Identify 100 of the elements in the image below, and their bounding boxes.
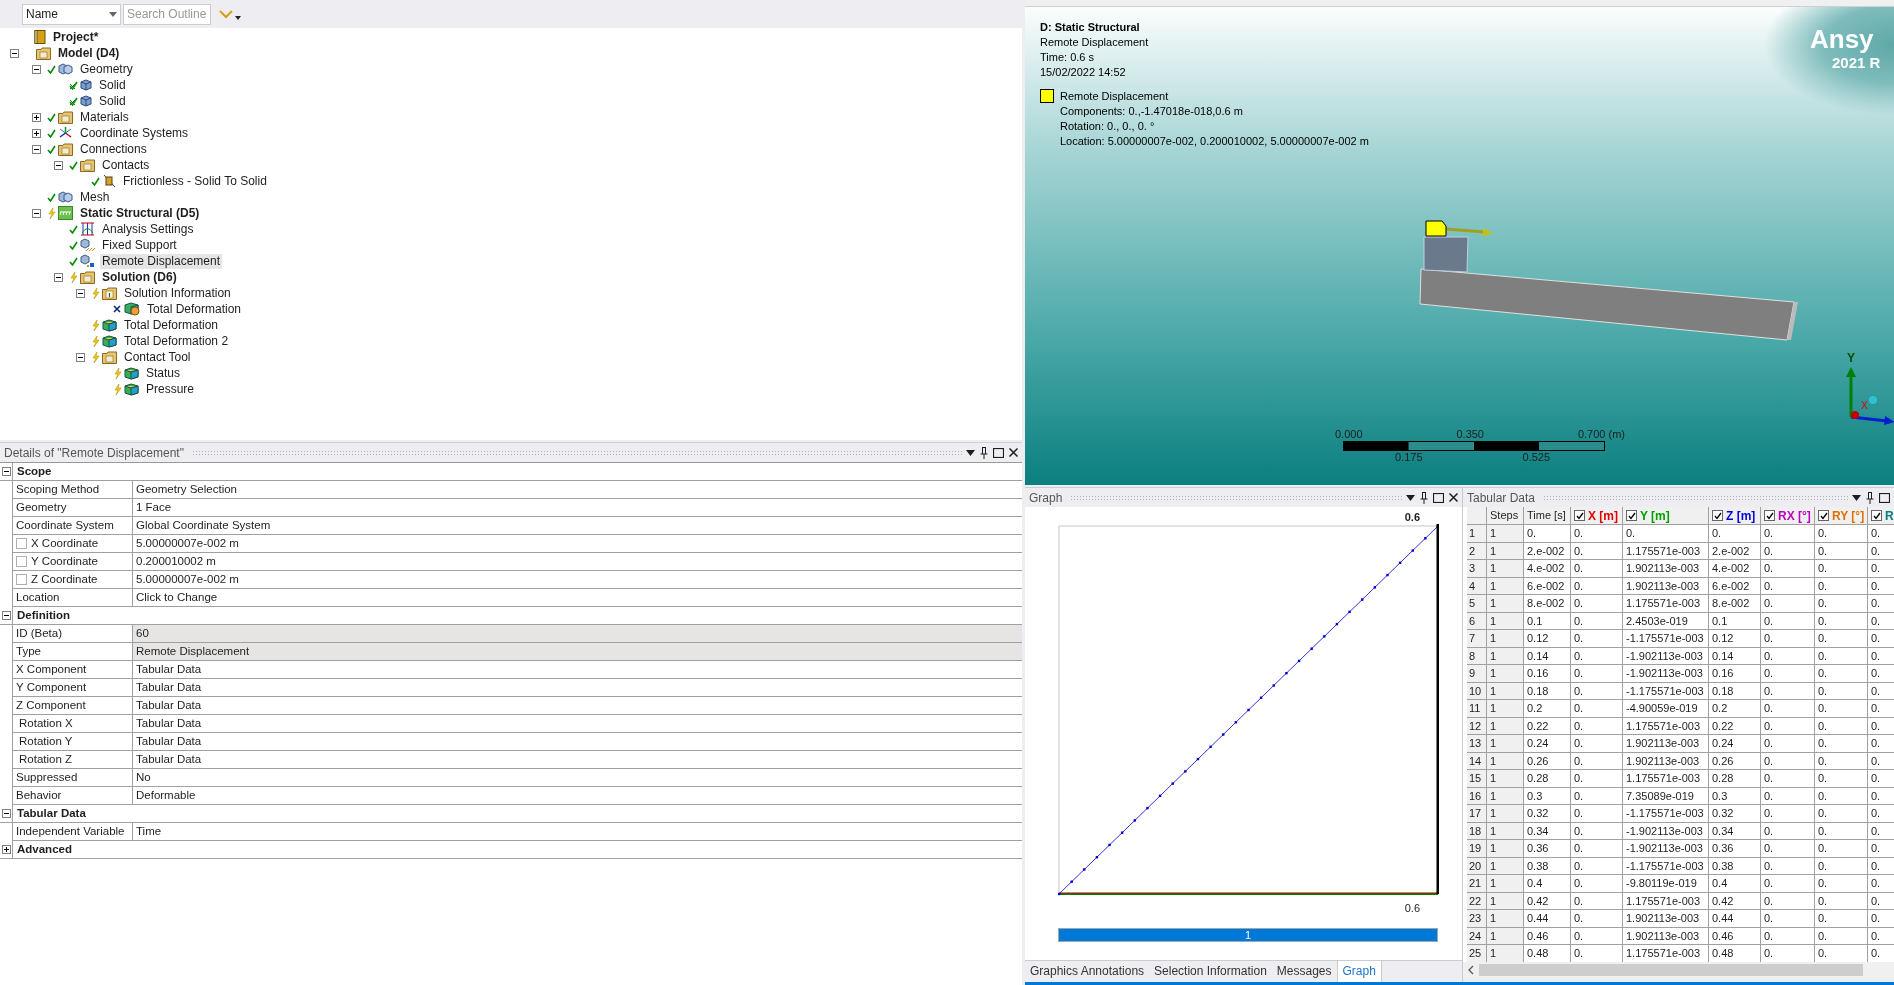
- property-value[interactable]: Global Coordinate System: [133, 517, 1022, 534]
- table-cell: 0.: [1868, 805, 1894, 822]
- tree-item[interactable]: Mesh: [78, 189, 112, 205]
- close-icon[interactable]: [1449, 493, 1458, 502]
- tree-item[interactable]: Total Deformation: [122, 317, 221, 333]
- property-value[interactable]: Click to Change: [133, 589, 1022, 606]
- expand-toggle[interactable]: [32, 144, 41, 154]
- column-header-cell[interactable]: Steps: [1487, 507, 1524, 524]
- column-header-cell[interactable]: Time [s]: [1524, 507, 1571, 524]
- property-value[interactable]: Tabular Data: [133, 751, 1022, 768]
- dropdown-icon[interactable]: [1852, 494, 1861, 501]
- filter-dropdown[interactable]: Name: [22, 3, 121, 25]
- axes-icon: [58, 126, 73, 140]
- tree-item[interactable]: Coordinate Systems: [78, 125, 191, 141]
- panel-tab[interactable]: Graph: [1336, 961, 1382, 982]
- column-header-cell[interactable]: RX [°]: [1761, 507, 1815, 524]
- scroll-left-icon[interactable]: [1467, 965, 1475, 975]
- tree-item[interactable]: Solid: [97, 77, 128, 93]
- tree-item[interactable]: Fixed Support: [100, 237, 179, 253]
- column-header-cell[interactable]: R: [1868, 507, 1894, 524]
- expand-toggle[interactable]: [54, 272, 63, 282]
- panel-tab[interactable]: Messages: [1271, 961, 1337, 982]
- dropdown-icon[interactable]: [966, 449, 975, 456]
- tree-item[interactable]: Model (D4): [56, 45, 122, 61]
- property-value[interactable]: Deformable: [133, 787, 1022, 804]
- table-cell: 0.: [1868, 560, 1894, 577]
- tree-item[interactable]: Static Structural (D5): [78, 205, 202, 221]
- expand-toggle[interactable]: [1, 611, 11, 620]
- property-value[interactable]: 5.00000007e-002 m: [133, 571, 1022, 588]
- expand-toggle[interactable]: [32, 64, 41, 74]
- checkbox[interactable]: [16, 556, 27, 567]
- property-value[interactable]: Tabular Data: [133, 679, 1022, 696]
- column-header-cell[interactable]: X [m]: [1571, 507, 1623, 524]
- tree-item[interactable]: Remote Displacement: [100, 253, 223, 269]
- tree-item[interactable]: Analysis Settings: [100, 221, 196, 237]
- expand-toggle[interactable]: [32, 128, 41, 138]
- folder-icon: [102, 350, 117, 364]
- property-value[interactable]: 60: [133, 625, 1022, 642]
- maximize-icon[interactable]: [1433, 492, 1444, 503]
- pin-icon[interactable]: [1420, 491, 1428, 504]
- tree-item[interactable]: Solution Information: [122, 285, 233, 301]
- table-cell: 0.: [1868, 525, 1894, 542]
- expand-toggle[interactable]: [54, 160, 63, 170]
- expand-toggle[interactable]: [1, 809, 11, 818]
- property-value[interactable]: 5.00000007e-002 m: [133, 535, 1022, 552]
- tree-item[interactable]: Contacts: [100, 157, 152, 173]
- property-value[interactable]: 1 Face: [133, 499, 1022, 516]
- close-icon[interactable]: [1009, 448, 1018, 457]
- tree-item[interactable]: Connections: [78, 141, 149, 157]
- panel-tab[interactable]: Graphics Annotations: [1025, 961, 1150, 982]
- tree-item[interactable]: Project*: [51, 29, 101, 45]
- column-checkbox[interactable]: [1871, 510, 1882, 521]
- dropdown-icon[interactable]: [235, 16, 241, 20]
- table-cell: 8.e-002: [1524, 595, 1571, 612]
- step-bar[interactable]: 1: [1058, 928, 1438, 942]
- property-value[interactable]: Tabular Data: [133, 715, 1022, 732]
- property-value[interactable]: Geometry Selection: [133, 481, 1022, 498]
- column-checkbox[interactable]: [1574, 510, 1585, 521]
- property-value[interactable]: Tabular Data: [133, 697, 1022, 714]
- expand-toggle[interactable]: [1, 845, 11, 854]
- expand-toggle[interactable]: [32, 112, 41, 122]
- expand-toggle[interactable]: [32, 208, 41, 218]
- expand-toggle[interactable]: [1, 467, 11, 476]
- tree-item[interactable]: Materials: [78, 109, 131, 125]
- tree-item[interactable]: Status: [144, 365, 183, 381]
- table-cell: 0.: [1868, 927, 1894, 944]
- expand-toggle[interactable]: [10, 48, 19, 58]
- column-checkbox[interactable]: [1818, 510, 1829, 521]
- expand-toggle[interactable]: [76, 288, 85, 298]
- column-header-cell[interactable]: Z [m]: [1709, 507, 1761, 524]
- tree-item[interactable]: Solution (D6): [100, 269, 179, 285]
- property-value[interactable]: Tabular Data: [133, 661, 1022, 678]
- pin-icon[interactable]: [980, 446, 988, 459]
- graphics-viewport[interactable]: [1025, 0, 1894, 485]
- property-value[interactable]: No: [133, 769, 1022, 786]
- axis-triad-drawing[interactable]: [1843, 365, 1894, 425]
- property-value[interactable]: Time: [133, 823, 1022, 840]
- column-checkbox[interactable]: [1712, 510, 1723, 521]
- maximize-icon[interactable]: [1879, 492, 1890, 503]
- property-value[interactable]: Remote Displacement: [133, 643, 1022, 660]
- tree-item[interactable]: Geometry: [78, 61, 135, 77]
- search-field[interactable]: Search Outline: [123, 3, 211, 25]
- property-value[interactable]: 0.200010002 m: [133, 553, 1022, 570]
- tree-item[interactable]: Total Deformation: [145, 301, 244, 317]
- tree-item[interactable]: Contact Tool: [122, 349, 193, 365]
- tree-item[interactable]: Total Deformation 2: [122, 333, 231, 349]
- maximize-icon[interactable]: [993, 447, 1004, 458]
- table-cell: -1.902113e-003: [1623, 665, 1709, 682]
- tree-item[interactable]: Solid: [97, 93, 128, 109]
- pin-icon[interactable]: [1866, 491, 1874, 504]
- tree-item[interactable]: Pressure: [144, 381, 197, 397]
- column-checkbox[interactable]: [1764, 510, 1775, 521]
- panel-tab[interactable]: Selection Information: [1149, 961, 1272, 982]
- property-value[interactable]: Tabular Data: [133, 733, 1022, 750]
- column-checkbox[interactable]: [1626, 510, 1637, 521]
- tree-item[interactable]: Frictionless - Solid To Solid: [121, 173, 269, 189]
- checkbox[interactable]: [16, 574, 27, 585]
- checkbox[interactable]: [16, 538, 27, 549]
- dropdown-icon[interactable]: [1406, 494, 1415, 501]
- expand-toggle[interactable]: [76, 352, 85, 362]
